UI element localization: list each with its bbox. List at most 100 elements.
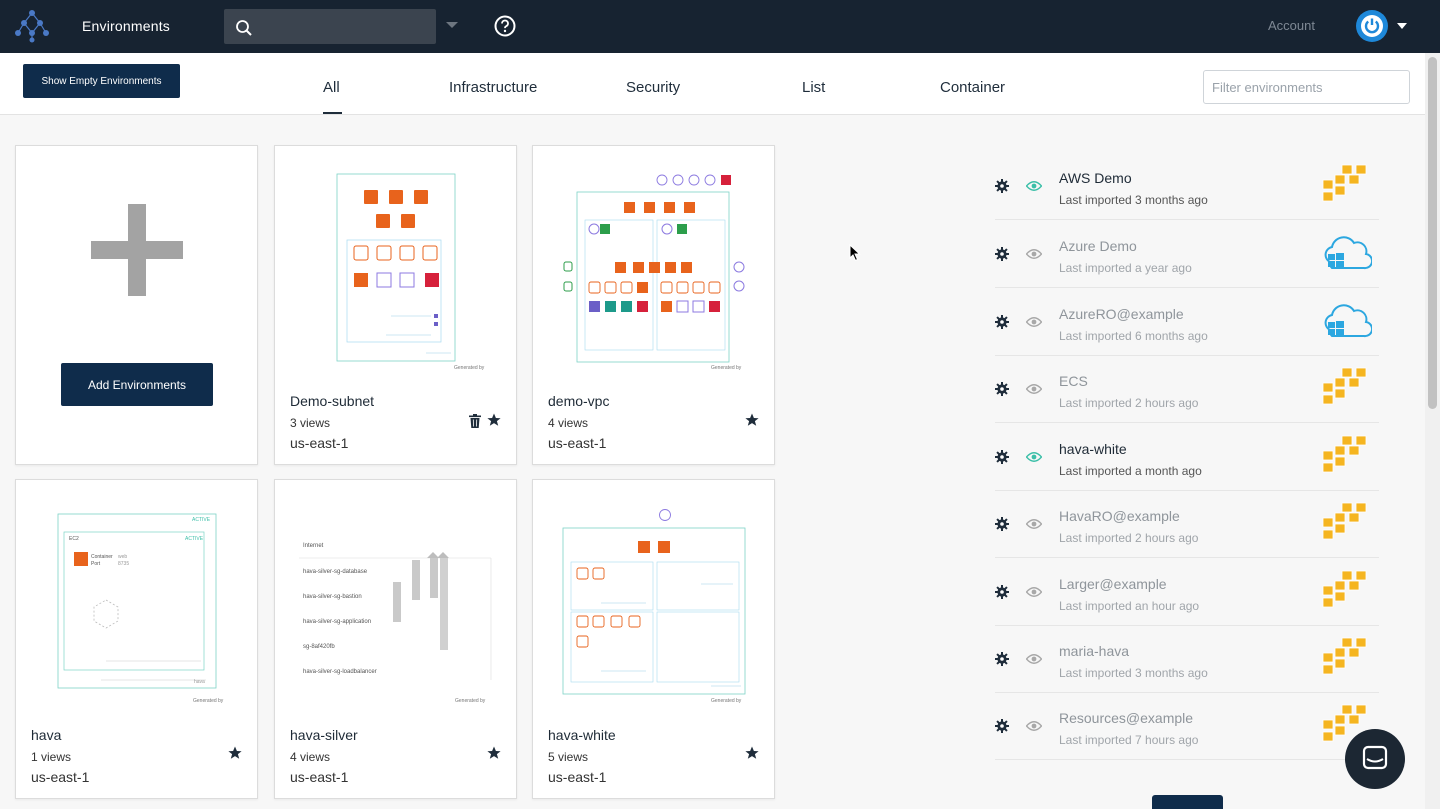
account-dropdown-icon[interactable] — [1397, 23, 1407, 29]
environment-card[interactable]: Generated by hava-white 5 views us-east-… — [532, 479, 775, 799]
star-icon[interactable] — [487, 413, 501, 427]
chat-button[interactable] — [1345, 729, 1405, 789]
thumbnail-container-value: web — [118, 554, 128, 560]
aws-cubes-icon — [1322, 637, 1367, 675]
plus-icon-bar[interactable] — [91, 241, 183, 259]
show-empty-environments-button[interactable]: Show Empty Environments — [23, 64, 180, 98]
environment-name[interactable]: Demo-subnet — [290, 393, 374, 409]
gear-icon[interactable] — [995, 179, 1009, 193]
search-input[interactable] — [258, 9, 428, 44]
avatar[interactable] — [1356, 10, 1388, 42]
star-icon[interactable] — [745, 746, 759, 760]
tab-container[interactable]: Container — [940, 79, 1005, 96]
recent-environment-row[interactable]: Resources@example Last imported 7 hours … — [995, 692, 1379, 760]
environment-views: 1 views — [31, 750, 72, 764]
gear-icon[interactable] — [995, 585, 1009, 599]
recent-environment-imported: Last imported 2 hours ago — [1059, 531, 1199, 545]
diagram-thumbnail[interactable] — [331, 170, 511, 370]
recent-environment-row[interactable]: AWS Demo Last imported 3 months ago — [995, 152, 1379, 220]
eye-icon[interactable] — [1026, 383, 1042, 395]
gear-icon[interactable] — [995, 517, 1009, 531]
recent-environment-row[interactable]: Larger@example Last imported an hour ago — [995, 558, 1379, 626]
recent-environment-row[interactable]: ECS Last imported 2 hours ago — [995, 355, 1379, 423]
thumbnail-port-value: 8735 — [118, 561, 130, 567]
environment-region: us-east-1 — [548, 435, 607, 451]
eye-icon[interactable] — [1026, 451, 1042, 463]
recent-environment-name[interactable]: Azure Demo — [1059, 238, 1137, 254]
recent-environment-name[interactable]: HavaRO@example — [1059, 508, 1180, 524]
recent-environment-name[interactable]: AWS Demo — [1059, 170, 1132, 186]
gear-icon[interactable] — [995, 719, 1009, 733]
recent-environment-name[interactable]: hava-white — [1059, 441, 1127, 457]
eye-icon[interactable] — [1026, 720, 1042, 732]
gear-icon[interactable] — [995, 450, 1009, 464]
recent-environment-imported: Last imported 6 months ago — [1059, 329, 1208, 343]
app-logo-icon[interactable] — [14, 9, 50, 43]
eye-icon[interactable] — [1026, 316, 1042, 328]
aws-cubes-icon — [1322, 502, 1367, 540]
filter-environments-input[interactable] — [1203, 70, 1410, 104]
load-more-button[interactable] — [1152, 795, 1223, 809]
star-icon[interactable] — [228, 746, 242, 760]
mouse-cursor-icon — [849, 244, 861, 262]
eye-icon[interactable] — [1026, 586, 1042, 598]
gear-icon[interactable] — [995, 382, 1009, 396]
environment-name[interactable]: hava-white — [548, 727, 616, 743]
environment-card[interactable]: Generated by Demo-subnet 3 views us-east… — [274, 145, 517, 465]
environment-views: 4 views — [290, 750, 331, 764]
tab-all[interactable]: All — [323, 79, 340, 96]
account-link[interactable]: Account — [1268, 18, 1315, 33]
power-icon — [1361, 15, 1383, 37]
diagram-thumbnail[interactable] — [561, 506, 751, 696]
search-dropdown-icon[interactable] — [446, 22, 458, 28]
environment-card[interactable]: Internet hava-silver-sg-database hava-si… — [274, 479, 517, 799]
eye-icon[interactable] — [1026, 518, 1042, 530]
search-box[interactable] — [224, 9, 436, 44]
active-tab-indicator — [323, 112, 342, 114]
gear-icon[interactable] — [995, 315, 1009, 329]
eye-icon[interactable] — [1026, 653, 1042, 665]
search-icon[interactable] — [235, 19, 253, 37]
diagram-thumbnail[interactable] — [295, 540, 495, 690]
tab-infrastructure[interactable]: Infrastructure — [449, 79, 537, 96]
eye-icon[interactable] — [1026, 180, 1042, 192]
recent-environment-name[interactable]: ECS — [1059, 373, 1088, 389]
recent-environment-imported: Last imported 2 hours ago — [1059, 396, 1199, 410]
thumbnail-group-label: hava-silver-sg-database — [303, 569, 368, 575]
diagram-thumbnail[interactable] — [559, 170, 769, 370]
environment-region: us-east-1 — [548, 769, 607, 785]
diagram-thumbnail[interactable] — [56, 512, 246, 692]
environment-name[interactable]: hava-silver — [290, 727, 358, 743]
generated-by-label: Generated by — [711, 698, 742, 704]
star-icon[interactable] — [745, 413, 759, 427]
recent-environment-name[interactable]: AzureRO@example — [1059, 306, 1184, 322]
environment-name[interactable]: demo-vpc — [548, 393, 609, 409]
recent-environment-row[interactable]: Azure Demo Last imported a year ago — [995, 220, 1379, 288]
recent-environment-name[interactable]: maria-hava — [1059, 643, 1129, 659]
environment-region: us-east-1 — [31, 769, 90, 785]
recent-environment-name[interactable]: Resources@example — [1059, 710, 1193, 726]
scrollbar[interactable] — [1425, 53, 1440, 809]
tab-security[interactable]: Security — [626, 79, 680, 96]
recent-environment-row[interactable]: hava-white Last imported a month ago — [995, 423, 1379, 491]
environment-card[interactable]: ACTIVE EC2 ACTIVE Container web Port 873… — [15, 479, 258, 799]
eye-icon[interactable] — [1026, 248, 1042, 260]
gear-icon[interactable] — [995, 247, 1009, 261]
recent-environment-row[interactable]: AzureRO@example Last imported 6 months a… — [995, 288, 1379, 356]
generated-by-label: Generated by — [711, 365, 742, 371]
recent-environment-row[interactable]: maria-hava Last imported 3 months ago — [995, 625, 1379, 693]
add-environments-button[interactable]: Add Environments — [61, 363, 213, 406]
trash-icon[interactable] — [469, 414, 481, 428]
scrollbar-thumb[interactable] — [1428, 57, 1437, 409]
recent-environment-imported: Last imported an hour ago — [1059, 599, 1200, 613]
recent-environment-row[interactable]: HavaRO@example Last imported 2 hours ago — [995, 490, 1379, 558]
help-icon[interactable] — [494, 15, 516, 37]
recent-environment-name[interactable]: Larger@example — [1059, 576, 1167, 592]
environment-name[interactable]: hava — [31, 727, 61, 743]
thumbnail-footer-label: hava — [194, 679, 205, 685]
tab-list[interactable]: List — [802, 79, 825, 96]
gear-icon[interactable] — [995, 652, 1009, 666]
environment-card[interactable]: Generated by demo-vpc 4 views us-east-1 — [532, 145, 775, 465]
aws-cubes-icon — [1322, 435, 1367, 473]
star-icon[interactable] — [487, 746, 501, 760]
